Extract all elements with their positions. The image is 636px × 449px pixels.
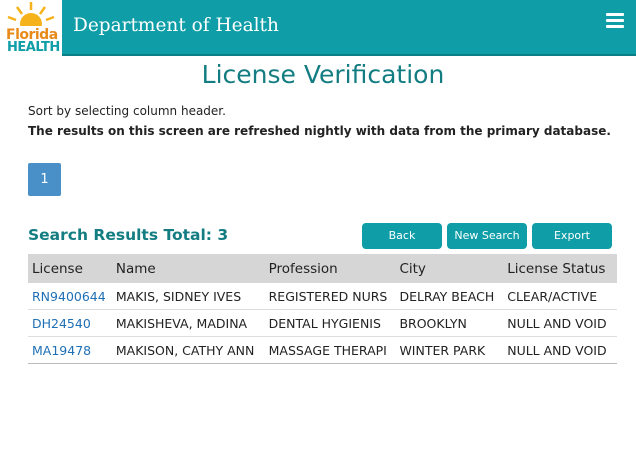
column-header-license-status[interactable]: License Status	[503, 254, 617, 283]
table-row: DH24540 MAKISHEVA, MADINA DENTAL HYGIENI…	[28, 309, 617, 337]
city-cell: BROOKLYN	[395, 309, 504, 337]
name-cell: MAKISON, CATHY ANN	[111, 336, 265, 364]
results-table: License Name Profession City License Sta…	[28, 254, 617, 364]
license-cell[interactable]: RN9400644	[28, 283, 112, 310]
license-cell[interactable]: DH24540	[28, 309, 112, 337]
profession-cell: MASSAGE THERAPI	[264, 336, 396, 364]
search-results-total: Search Results Total: 3	[28, 226, 229, 244]
status-cell: NULL AND VOID	[503, 309, 617, 337]
license-link[interactable]: MA19478	[32, 343, 91, 358]
license-cell[interactable]: MA19478	[28, 336, 112, 364]
new-search-button[interactable]: New Search	[447, 223, 527, 249]
status-cell: CLEAR/ACTIVE	[503, 283, 617, 310]
name-cell: MAKISHEVA, MADINA	[111, 309, 265, 337]
license-link[interactable]: DH24540	[32, 316, 91, 331]
agency-name: Department of Health	[73, 15, 279, 36]
refresh-notice: The results on this screen are refreshed…	[28, 124, 611, 138]
profession-cell: REGISTERED NURS	[264, 283, 396, 310]
table-header-row: License Name Profession City License Sta…	[28, 254, 617, 283]
column-header-city[interactable]: City	[395, 254, 504, 283]
name-cell: MAKIS, SIDNEY IVES	[111, 283, 265, 310]
florida-health-logo[interactable]: Florida HEALTH	[0, 0, 62, 56]
table-row: MA19478 MAKISON, CATHY ANN MASSAGE THERA…	[28, 336, 617, 364]
city-cell: DELRAY BEACH	[395, 283, 504, 310]
column-header-profession[interactable]: Profession	[264, 254, 396, 283]
export-button[interactable]: Export	[532, 223, 612, 249]
hamburger-menu-icon[interactable]	[606, 13, 624, 29]
table-row: RN9400644 MAKIS, SIDNEY IVES REGISTERED …	[28, 283, 617, 310]
city-cell: WINTER PARK	[395, 336, 504, 364]
page-title: License Verification	[201, 60, 445, 89]
page-button-1[interactable]: 1	[28, 163, 61, 196]
profession-cell: DENTAL HYGIENIS	[264, 309, 396, 337]
back-button[interactable]: Back	[362, 223, 442, 249]
top-bar: Florida HEALTH Department of Health	[0, 0, 636, 56]
column-header-license[interactable]: License	[28, 254, 112, 283]
status-cell: NULL AND VOID	[503, 336, 617, 364]
logo-health-text: HEALTH	[7, 40, 60, 55]
sort-hint: Sort by selecting column header.	[28, 104, 226, 118]
license-link[interactable]: RN9400644	[32, 289, 106, 304]
column-header-name[interactable]: Name	[111, 254, 265, 283]
